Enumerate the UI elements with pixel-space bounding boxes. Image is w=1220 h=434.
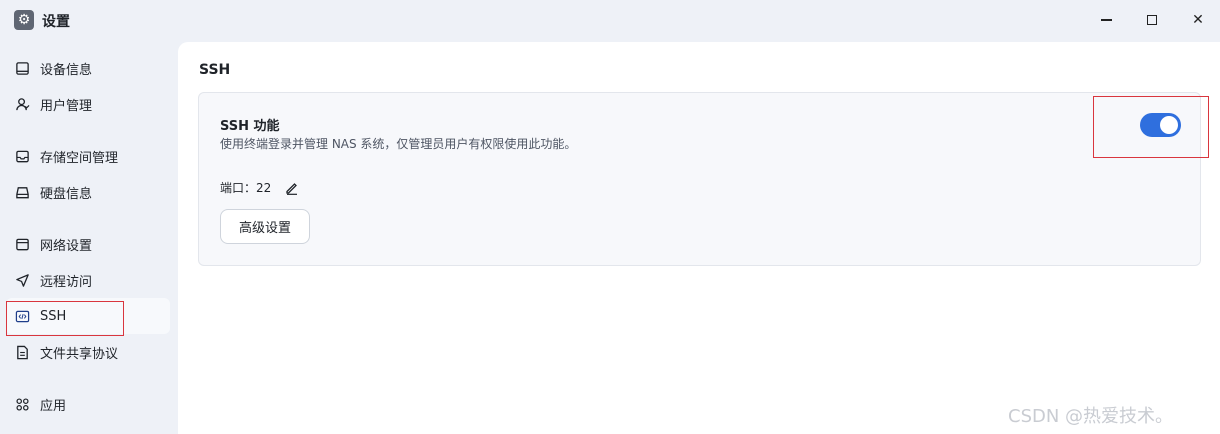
sidebar-item-device-info[interactable]: 设备信息 (6, 50, 170, 86)
sidebar-item-apps[interactable]: 应用 (6, 386, 170, 422)
sidebar-item-label: 硬盘信息 (40, 186, 93, 202)
sidebar-item-remote-access[interactable]: 远程访问 (6, 262, 170, 298)
sidebar-item-network[interactable]: 网络设置 (6, 226, 170, 262)
sidebar-item-label: 用户管理 (40, 98, 93, 114)
sidebar: 设备信息 用户管理 存储空间管理 硬盘信息 网络设置 远程访问 SSH 文件共享… (0, 40, 178, 434)
feature-title: SSH 功能 (220, 119, 280, 134)
sidebar-item-label: 应用 (40, 398, 67, 414)
maximize-button[interactable] (1130, 4, 1174, 36)
sidebar-item-label: SSH (40, 308, 67, 324)
device-icon (14, 60, 30, 76)
sidebar-item-label: 网络设置 (40, 238, 93, 254)
sidebar-item-ssh[interactable]: SSH (6, 298, 170, 334)
ssh-feature-card: SSH 功能 使用终端登录并管理 NAS 系统，仅管理员用户有权限使用此功能。 … (198, 92, 1201, 266)
code-icon (14, 308, 30, 324)
disk-icon (14, 184, 30, 200)
minimize-button[interactable] (1084, 4, 1128, 36)
close-icon: ✕ (1192, 12, 1204, 28)
maximize-icon (1147, 15, 1157, 25)
port-value: 22 (256, 180, 272, 195)
port-label: 端口： (220, 181, 257, 195)
toggle-knob (1160, 116, 1178, 134)
sidebar-item-label: 存储空间管理 (40, 150, 119, 166)
sidebar-item-disk-info[interactable]: 硬盘信息 (6, 174, 170, 210)
ssh-toggle[interactable] (1140, 113, 1181, 137)
sidebar-item-file-sharing[interactable]: 文件共享协议 (6, 334, 170, 370)
feature-description: 使用终端登录并管理 NAS 系统，仅管理员用户有权限使用此功能。 (220, 137, 577, 151)
send-icon (14, 272, 30, 288)
close-button[interactable]: ✕ (1176, 4, 1220, 36)
sidebar-item-user-management[interactable]: 用户管理 (6, 86, 170, 122)
title-bar: ⚙ 设置 ✕ (0, 0, 1220, 40)
user-icon (14, 96, 30, 112)
apps-icon (14, 396, 30, 412)
sidebar-item-label: 文件共享协议 (40, 346, 119, 362)
advanced-settings-button[interactable]: 高级设置 (220, 209, 310, 244)
file-icon (14, 344, 30, 360)
watermark: CSDN @热爱技术。 (1008, 406, 1174, 427)
network-icon (14, 236, 30, 252)
gear-icon: ⚙ (14, 10, 34, 30)
minimize-icon (1100, 19, 1112, 21)
window-title: 设置 (42, 14, 70, 30)
sidebar-item-label: 远程访问 (40, 274, 93, 290)
sidebar-item-label: 设备信息 (40, 62, 93, 78)
storage-icon (14, 148, 30, 164)
sidebar-item-storage[interactable]: 存储空间管理 (6, 138, 170, 174)
page-title: SSH (199, 62, 231, 78)
port-row: 端口： 22 (220, 179, 299, 196)
main-panel: SSH SSH 功能 使用终端登录并管理 NAS 系统，仅管理员用户有权限使用此… (178, 42, 1220, 434)
edit-icon[interactable] (285, 181, 299, 195)
